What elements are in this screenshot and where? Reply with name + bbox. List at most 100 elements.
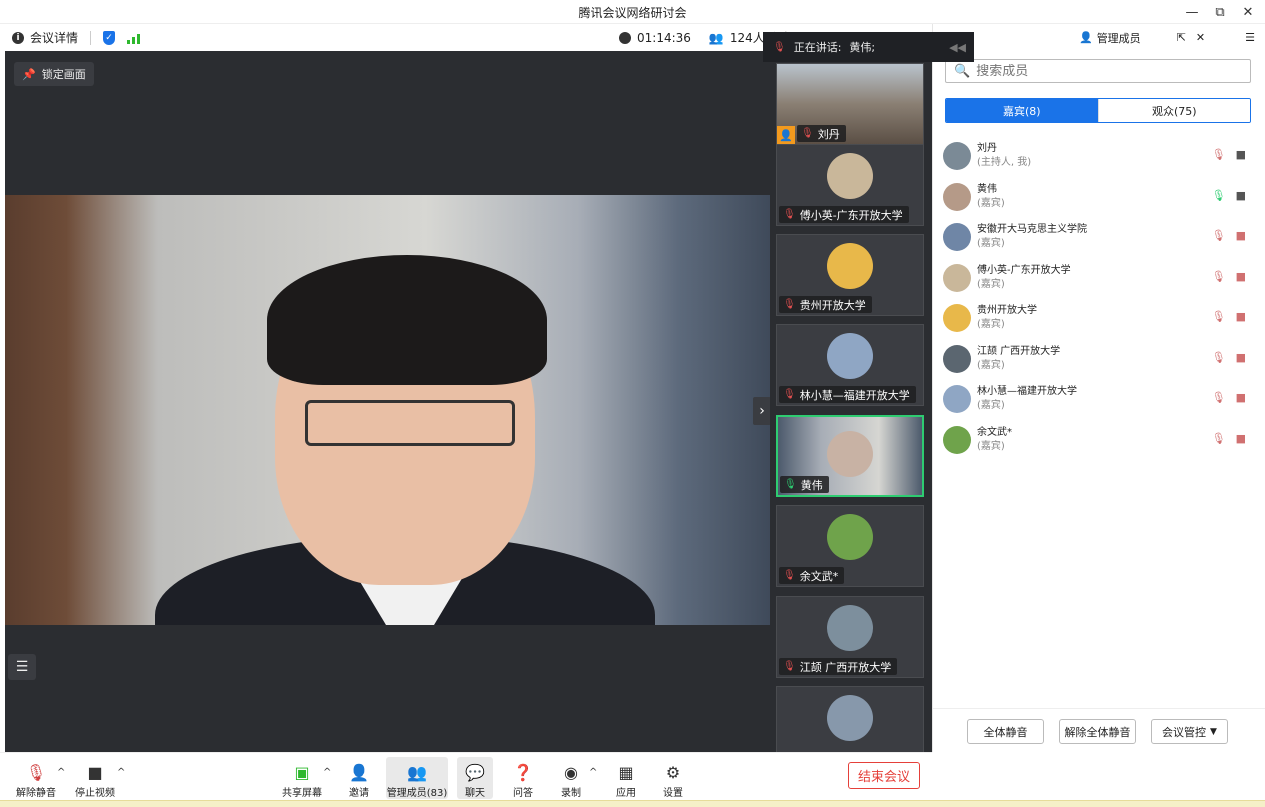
avatar — [943, 263, 971, 292]
member-name: 余文武* — [977, 426, 1012, 438]
mic-active-icon[interactable]: 🎙 — [1212, 189, 1226, 202]
avatar — [827, 333, 873, 379]
avatar — [943, 142, 971, 171]
thumbnail-tile[interactable]: 🎙 江颉 广西开放大学 — [776, 596, 924, 678]
thumbnail-name: 江颉 广西开放大学 — [799, 660, 892, 674]
camera-off-icon[interactable]: ■ — [1236, 391, 1246, 404]
mic-muted-icon[interactable]: 🎙 — [1212, 310, 1226, 323]
camera-off-icon[interactable]: ■ — [1236, 229, 1246, 242]
mic-muted-icon[interactable]: 🎙 — [1212, 229, 1226, 242]
thumbnail-tile[interactable] — [776, 686, 924, 752]
clock-icon — [619, 31, 631, 44]
info-icon: i — [12, 31, 24, 44]
close-button[interactable]: ✕ — [1239, 3, 1257, 21]
signal-wave-icon: ◀◀ — [949, 40, 966, 54]
thumbnail-tile[interactable]: 👤 🎙 刘丹 — [776, 63, 924, 145]
record-button[interactable]: ◉ 录制 — [556, 757, 586, 799]
member-info: 安徽开大马克思主义学院 (嘉宾) — [977, 223, 1087, 251]
tab-audience[interactable]: 观众(75) — [1097, 99, 1250, 122]
camera-icon[interactable]: ■ — [1236, 189, 1246, 202]
security-shield-icon[interactable]: ✓ — [103, 30, 116, 45]
mic-muted-icon[interactable]: 🎙 — [1212, 391, 1226, 404]
thumbnail-name: 贵州开放大学 — [799, 298, 866, 312]
thumbnail-tile-active[interactable]: 🎙 黄伟 — [776, 415, 924, 497]
close-panel-icon[interactable]: ✕ — [1196, 31, 1205, 44]
tab-guests[interactable]: 嘉宾(8) — [946, 99, 1098, 122]
qa-label: 问答 — [513, 788, 533, 799]
camera-icon[interactable]: ■ — [1236, 148, 1246, 161]
share-screen-button[interactable]: ▣ 共享屏幕 — [280, 757, 324, 799]
camera-off-icon[interactable]: ■ — [1236, 270, 1246, 283]
camera-off-icon[interactable]: ■ — [1236, 432, 1246, 445]
member-info: 林小慧—福建开放大学 (嘉宾) — [977, 385, 1077, 413]
thumbnail-tile[interactable]: 🎙 余文武* — [776, 505, 924, 587]
user-icon: 👤 — [1078, 31, 1093, 44]
member-row[interactable]: 傅小英-广东开放大学 (嘉宾) 🎙 ■ — [933, 258, 1265, 299]
mic-muted-icon[interactable]: 🎙 — [1212, 270, 1226, 283]
thumbnail-tile[interactable]: 🎙 林小慧—福建开放大学 — [776, 324, 924, 406]
unmute-button[interactable]: 🎙 解除静音 — [14, 757, 58, 799]
collapse-thumbnails-arrow-icon[interactable]: › — [753, 397, 771, 425]
settings-button[interactable]: ⚙ 设置 — [658, 757, 688, 799]
avatar — [827, 243, 873, 289]
lock-view-button[interactable]: 📌 锁定画面 — [14, 62, 94, 86]
camera-off-icon[interactable]: ■ — [1236, 351, 1246, 364]
thumbnail-tile[interactable]: 🎙 傅小英-广东开放大学 — [776, 144, 924, 226]
member-search-input[interactable] — [976, 63, 1227, 79]
member-row[interactable]: 江颉 广西开放大学 (嘉宾) 🎙 ■ — [933, 339, 1265, 380]
panel-title: 👤 管理成员 — [1079, 30, 1141, 46]
audio-options-caret-icon[interactable]: ^ — [57, 767, 65, 778]
share-options-caret-icon[interactable]: ^ — [323, 767, 331, 778]
mic-muted-icon[interactable]: 🎙 — [1212, 432, 1226, 445]
popout-icon[interactable]: ⇱ — [1177, 31, 1186, 44]
member-controls: 🎙 ■ — [1212, 310, 1246, 323]
video-options-caret-icon[interactable]: ^ — [117, 767, 125, 778]
restore-button[interactable]: ⧉ — [1211, 3, 1229, 21]
member-row[interactable]: 林小慧—福建开放大学 (嘉宾) 🎙 ■ — [933, 379, 1265, 420]
search-icon: 🔍 — [954, 63, 971, 79]
stop-video-button[interactable]: ■ 停止视频 — [72, 757, 118, 799]
mute-all-button[interactable]: 全体静音 — [967, 719, 1044, 744]
chat-button[interactable]: 💬 聊天 — [457, 757, 493, 799]
chat-label: 聊天 — [465, 788, 485, 799]
camera-off-icon[interactable]: ■ — [1236, 310, 1246, 323]
member-role: (嘉宾) — [977, 238, 1005, 250]
member-name: 傅小英-广东开放大学 — [977, 264, 1071, 276]
thumbnail-tile[interactable]: 🎙 贵州开放大学 — [776, 234, 924, 316]
manage-members-button[interactable]: 👥 管理成员(83) — [386, 757, 448, 799]
avatar — [827, 431, 873, 477]
member-name: 安徽开大马克思主义学院 — [977, 224, 1087, 236]
member-row[interactable]: 刘丹 (主持人, 我) 🎙 ■ — [933, 136, 1265, 177]
speaking-indicator: 🎙 正在讲话: 黄伟; ◀◀ — [763, 32, 974, 62]
thumbnail-name-tag: 🎙 刘丹 — [797, 125, 846, 142]
network-signal-icon[interactable] — [127, 32, 141, 44]
member-row[interactable]: 余文武* (嘉宾) 🎙 ■ — [933, 420, 1265, 461]
mic-muted-icon: 🎙 — [25, 763, 47, 782]
apps-button[interactable]: ▦ 应用 — [611, 757, 641, 799]
invite-button[interactable]: 👤 邀请 — [344, 757, 374, 799]
member-info: 傅小英-广东开放大学 (嘉宾) — [977, 264, 1071, 292]
title-bar: 腾讯会议网络研讨会 — ⧉ ✕ — [0, 0, 1265, 24]
speaking-name: 黄伟; — [849, 41, 876, 54]
unmute-all-button[interactable]: 解除全体静音 — [1059, 719, 1136, 744]
member-search-box[interactable]: 🔍 — [945, 59, 1251, 83]
member-tabs: 嘉宾(8) 观众(75) — [945, 98, 1251, 123]
member-info: 贵州开放大学 (嘉宾) — [977, 304, 1037, 332]
member-row[interactable]: 贵州开放大学 (嘉宾) 🎙 ■ — [933, 298, 1265, 339]
layout-list-icon[interactable]: ☰ — [8, 654, 36, 680]
mic-muted-icon[interactable]: 🎙 — [1212, 351, 1226, 364]
end-meeting-button[interactable]: 结束会议 — [848, 762, 920, 789]
qa-button[interactable]: ❓ 问答 — [508, 757, 538, 799]
member-row[interactable]: 安徽开大马克思主义学院 (嘉宾) 🎙 ■ — [933, 217, 1265, 258]
menu-icon[interactable]: ☰ — [1245, 31, 1255, 44]
panel-title-text: 管理成员 — [1096, 31, 1141, 45]
minimize-button[interactable]: — — [1183, 3, 1201, 21]
meeting-details-link[interactable]: 会议详情 — [30, 29, 78, 46]
member-row[interactable]: 黄伟 (嘉宾) 🎙 ■ — [933, 177, 1265, 218]
member-role: (嘉宾) — [977, 197, 1005, 209]
mic-muted-icon[interactable]: 🎙 — [1212, 148, 1226, 161]
panel-footer: 全体静音 解除全体静音 会议管控 ▼ — [933, 708, 1265, 752]
chat-icon: 💬 — [465, 763, 485, 782]
record-options-caret-icon[interactable]: ^ — [589, 767, 597, 778]
meeting-control-button[interactable]: 会议管控 ▼ — [1151, 719, 1228, 744]
